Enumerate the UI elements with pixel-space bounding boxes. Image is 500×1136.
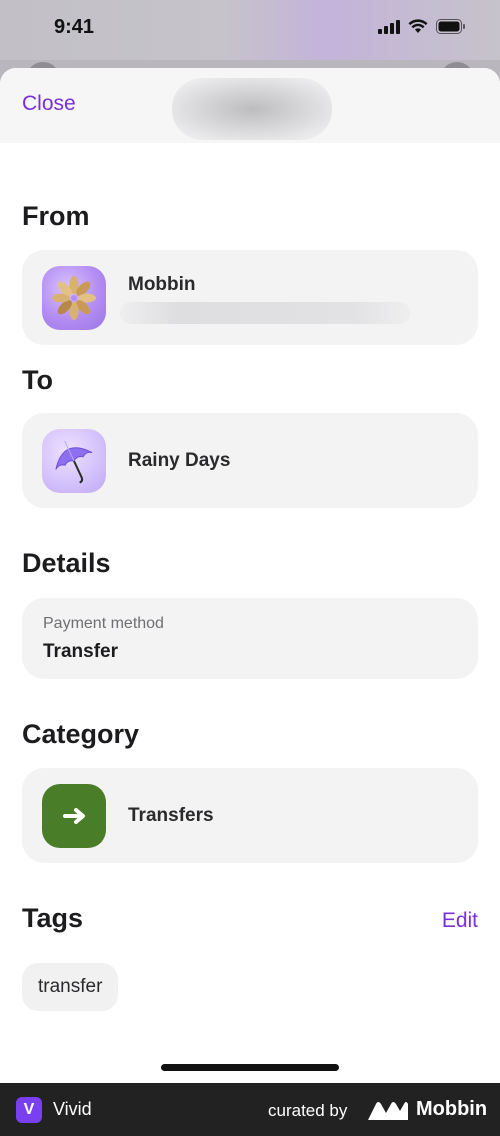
arrow-right-icon (42, 784, 106, 848)
from-account-card[interactable]: Mobbin (22, 250, 478, 345)
to-account-name: Rainy Days (128, 450, 231, 471)
battery-icon (436, 19, 465, 34)
status-icons (378, 19, 466, 34)
app-name: Vivid (53, 1099, 92, 1119)
home-indicator (161, 1064, 339, 1071)
from-account-name: Mobbin (128, 274, 196, 295)
category-name: Transfers (128, 805, 214, 826)
category-card[interactable]: Transfers (22, 768, 478, 863)
tags-section-title: Tags (22, 903, 84, 933)
flower-icon (42, 266, 106, 330)
details-section-title: Details (22, 548, 111, 578)
status-time: 9:41 (54, 16, 95, 38)
category-section-title: Category (22, 719, 140, 749)
to-account-card[interactable]: Rainy Days (22, 413, 478, 508)
blurred-account-detail (120, 302, 410, 324)
edit-tags-button[interactable]: Edit (442, 909, 478, 933)
tag-chip[interactable]: transfer (22, 963, 119, 1011)
footer-bar: V Vivid curated by Mobbin (0, 1083, 500, 1136)
close-button[interactable]: Close (22, 92, 76, 116)
payment-method-value: Transfer (43, 641, 118, 662)
sheet-header: Close (0, 68, 500, 143)
cellular-signal-icon (378, 19, 400, 34)
transaction-detail-sheet: Close From Mobbin To Rainy Days Details … (0, 68, 500, 1083)
from-section-title: From (22, 201, 90, 231)
wifi-icon (408, 19, 428, 33)
vivid-logo-icon: V (16, 1097, 42, 1123)
umbrella-icon (42, 429, 106, 493)
payment-method-card: Payment method Transfer (22, 598, 478, 679)
blurred-header-title (172, 78, 332, 140)
curated-by-label: curated by (268, 1101, 348, 1120)
payment-method-label: Payment method (43, 615, 164, 632)
status-bar: 9:41 (0, 0, 500, 60)
to-section-title: To (22, 365, 53, 395)
mobbin-brand-name: Mobbin (416, 1098, 488, 1120)
mobbin-logo-icon (368, 1102, 408, 1120)
